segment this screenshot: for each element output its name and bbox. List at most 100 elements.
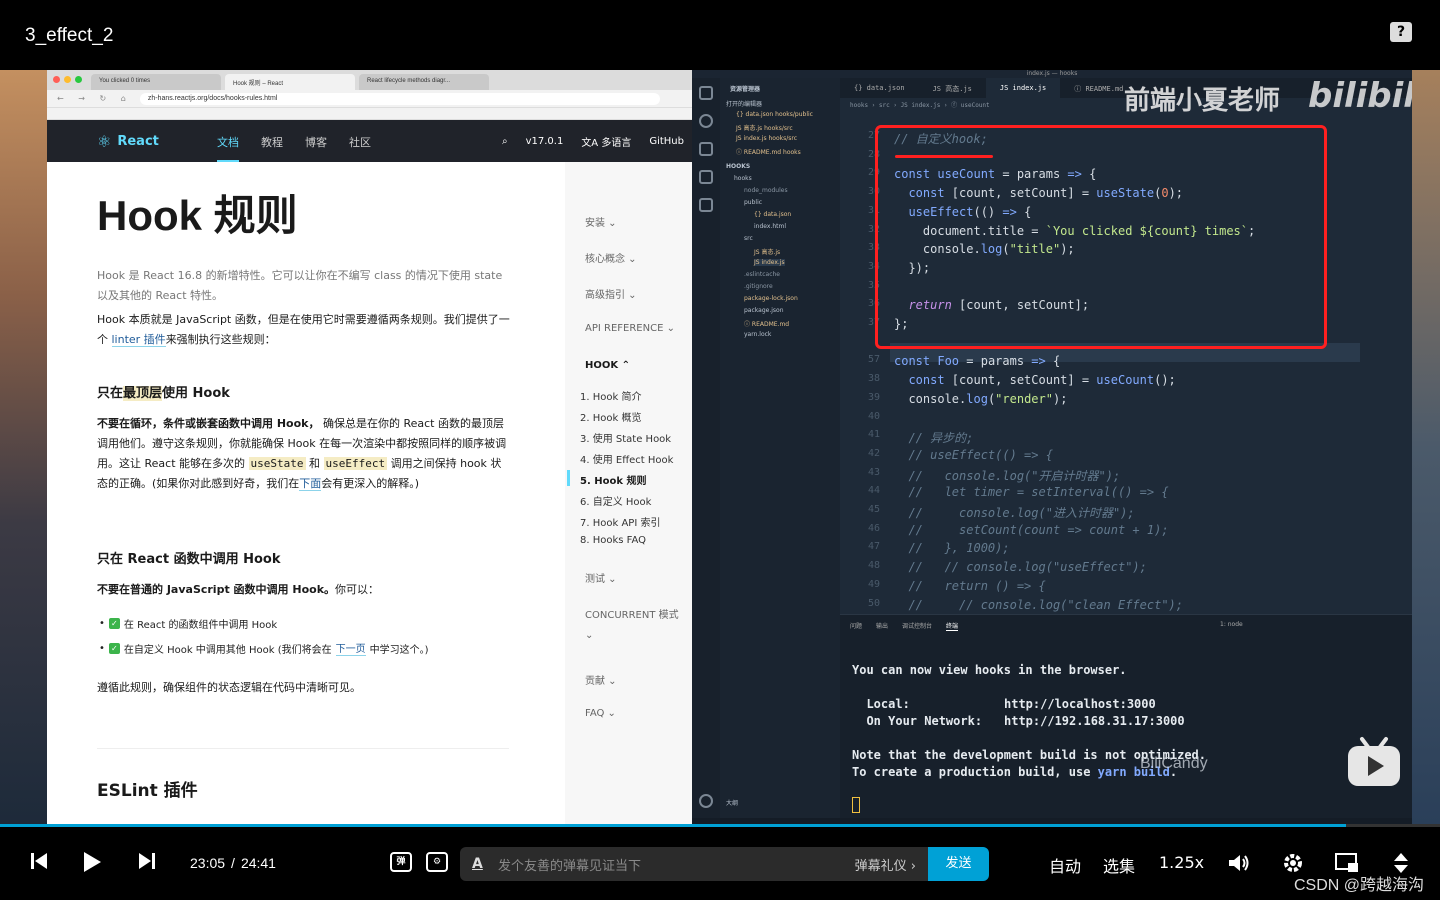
tree-item[interactable]: hooks: [734, 175, 752, 182]
breadcrumb[interactable]: hooks › src › JS index.js › ⓕ useCount: [850, 100, 990, 109]
nav-link-community[interactable]: 社区: [349, 134, 371, 162]
sidebar-item-concurrent[interactable]: CONCURRENT 模式: [585, 606, 679, 621]
sidebar-item-advanced[interactable]: 高级指引 ⌄: [585, 286, 637, 301]
tree-item[interactable]: index.html: [754, 223, 786, 230]
tree-item[interactable]: JS 高态.js: [754, 247, 780, 256]
danmaku-settings-icon[interactable]: ⚙: [426, 852, 448, 872]
text-style-icon[interactable]: A: [472, 856, 488, 872]
language-link[interactable]: 文A 多语言: [581, 134, 631, 149]
search-icon[interactable]: ⌕: [502, 136, 508, 147]
browser-tab[interactable]: React lifecycle methods diagr...: [359, 74, 489, 90]
sidebar-item-concepts[interactable]: 核心概念 ⌄: [585, 250, 637, 265]
tree-item[interactable]: .gitignore: [744, 283, 773, 290]
video-frame[interactable]: You clicked 0 times Hook 规则 – React Reac…: [0, 70, 1440, 826]
open-file[interactable]: {} data.json hooks/public: [736, 111, 813, 118]
maximize-dot-icon[interactable]: [75, 76, 82, 83]
window-controls: [53, 76, 82, 83]
project-header[interactable]: HOOKS: [726, 163, 750, 170]
tree-item[interactable]: node_modules: [744, 187, 788, 194]
sidebar-hook-item[interactable]: 4. 使用 Effect Hook: [580, 451, 673, 466]
tree-item[interactable]: {} data.json: [754, 211, 791, 218]
list-item-text: 在自定义 Hook 中调用其他 Hook (我们将会在: [123, 644, 332, 656]
danmaku-etiquette-link[interactable]: 弹幕礼仪 ›: [855, 855, 916, 874]
terminal-shell-select[interactable]: 1: node: [1220, 621, 1243, 628]
terminal-panel[interactable]: 问题 输出 调试控制台 终端 1: node You can now view …: [840, 614, 1412, 826]
outline-header[interactable]: 大纲: [726, 798, 738, 807]
sidebar-hook-item-current[interactable]: 5. Hook 规则: [580, 472, 646, 487]
nav-link-docs[interactable]: 文档: [217, 134, 239, 162]
search-icon[interactable]: [699, 114, 713, 128]
nav-links: 文档 教程 博客 社区: [217, 134, 371, 162]
nav-link-blog[interactable]: 博客: [305, 134, 327, 162]
sidebar-item-hook[interactable]: HOOK ⌃: [585, 360, 630, 371]
line-number: 34: [867, 260, 880, 272]
next-page-link[interactable]: 下一页: [335, 640, 366, 656]
sidebar-hook-item[interactable]: 7. Hook API 索引: [580, 514, 660, 529]
sidebar-item-api[interactable]: API REFERENCE ⌄: [585, 323, 675, 334]
files-icon[interactable]: [699, 86, 713, 100]
url-field[interactable]: zh-hans.reactjs.org/docs/hooks-rules.htm…: [139, 92, 660, 105]
tab-problems[interactable]: 问题: [850, 621, 862, 631]
sidebar-hook-item[interactable]: 2. Hook 概览: [580, 409, 641, 424]
github-link[interactable]: GitHub: [649, 136, 684, 147]
send-button[interactable]: 发送: [928, 847, 989, 881]
editor-title: index.js — hooks: [692, 70, 1412, 78]
sidebar-hook-item[interactable]: 8. Hooks FAQ: [580, 535, 646, 546]
tree-item-selected[interactable]: JS index.js: [754, 259, 785, 266]
picture-in-picture-icon[interactable]: [1335, 853, 1359, 873]
nav-link-tutorial[interactable]: 教程: [261, 134, 283, 162]
tab-debug-console[interactable]: 调试控制台: [902, 621, 932, 631]
sidebar-item-install[interactable]: 安装 ⌄: [585, 214, 617, 229]
nav-arrows-icon[interactable]: ← → ↻ ⌂: [57, 94, 132, 103]
browser-tab[interactable]: You clicked 0 times: [91, 74, 221, 90]
sidebar-item-faq[interactable]: FAQ ⌄: [585, 708, 616, 719]
danmaku-toggle-icon[interactable]: 弹: [390, 852, 412, 872]
bilibili-tv-icon[interactable]: [1346, 735, 1402, 787]
quality-button[interactable]: 自动: [1049, 853, 1081, 877]
tab-output[interactable]: 输出: [876, 621, 888, 631]
tree-item[interactable]: .eslintcache: [744, 271, 780, 278]
browser-tab-active[interactable]: Hook 规则 – React: [225, 74, 355, 90]
open-file[interactable]: JS index.js hooks/src: [736, 135, 797, 142]
open-file[interactable]: JS 高态.js hooks/src: [736, 123, 793, 132]
episodes-button[interactable]: 选集: [1103, 853, 1135, 877]
sidebar-item-testing[interactable]: 测试 ⌄: [585, 570, 617, 585]
sidebar-hook-item[interactable]: 1. Hook 简介: [580, 388, 641, 403]
previous-icon[interactable]: [30, 851, 48, 871]
tab-terminal[interactable]: 终端: [946, 621, 959, 631]
para-rules: Hook 本质就是 JavaScript 函数，但是在使用它时需要遵循两条规则。…: [97, 310, 512, 350]
version-link[interactable]: v17.0.1: [526, 136, 564, 147]
help-icon[interactable]: ?: [1390, 22, 1412, 42]
tree-item[interactable]: src: [744, 235, 753, 242]
editor-tab-active[interactable]: JS index.js: [985, 78, 1061, 98]
minimize-dot-icon[interactable]: [64, 76, 71, 83]
sidebar-item-contribute[interactable]: 贡献 ⌄: [585, 672, 617, 687]
tree-item[interactable]: yarn.lock: [744, 331, 771, 338]
volume-icon[interactable]: [1228, 853, 1250, 873]
intro-paragraph: Hook 是 React 16.8 的新增特性。它可以让你在不编写 class …: [97, 269, 503, 302]
play-icon[interactable]: [82, 851, 102, 873]
gear-icon[interactable]: [699, 794, 713, 808]
extensions-icon[interactable]: [699, 198, 713, 212]
tree-item[interactable]: package-lock.json: [744, 295, 798, 302]
editor-tab[interactable]: JS 高态.js: [919, 78, 986, 98]
react-logo[interactable]: ⚛ React: [97, 132, 159, 151]
editor-tab[interactable]: {} data.json: [840, 78, 919, 98]
line-number: 32: [867, 223, 880, 235]
speed-button[interactable]: 1.25x: [1159, 853, 1204, 872]
open-file[interactable]: ⓘ README.md hooks: [736, 147, 801, 156]
chevron-down-icon[interactable]: ⌄: [585, 630, 593, 641]
open-editors-header[interactable]: 打开的编辑器: [726, 99, 762, 108]
source-control-icon[interactable]: [699, 142, 713, 156]
close-dot-icon[interactable]: [53, 76, 60, 83]
debug-icon[interactable]: [699, 170, 713, 184]
sidebar-hook-item[interactable]: 6. 自定义 Hook: [580, 493, 651, 508]
tree-item[interactable]: public: [744, 199, 762, 206]
tree-item[interactable]: ⓘ README.md: [744, 319, 789, 328]
sidebar-hook-item[interactable]: 3. 使用 State Hook: [580, 430, 671, 445]
danmaku-input[interactable]: A 发个友善的弹幕见证当下 弹幕礼仪 ›: [460, 847, 928, 881]
linter-link[interactable]: linter 插件: [111, 333, 166, 347]
next-icon[interactable]: [138, 851, 156, 871]
tree-item[interactable]: package.json: [744, 307, 784, 314]
below-link[interactable]: 下面: [299, 477, 322, 491]
